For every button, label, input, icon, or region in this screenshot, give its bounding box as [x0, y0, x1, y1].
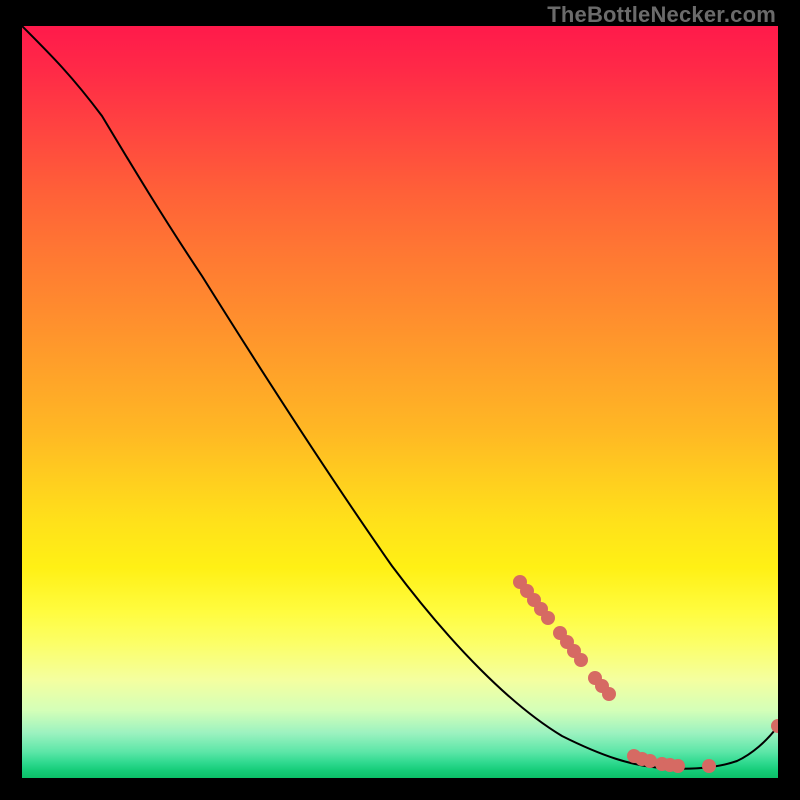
bottleneck-curve [22, 26, 778, 769]
markers-bottom [627, 719, 778, 773]
markers-upper [513, 575, 616, 701]
chart-svg [22, 26, 778, 778]
plot-area [22, 26, 778, 778]
chart-frame: TheBottleNecker.com [0, 0, 800, 800]
attribution-label: TheBottleNecker.com [547, 2, 776, 28]
